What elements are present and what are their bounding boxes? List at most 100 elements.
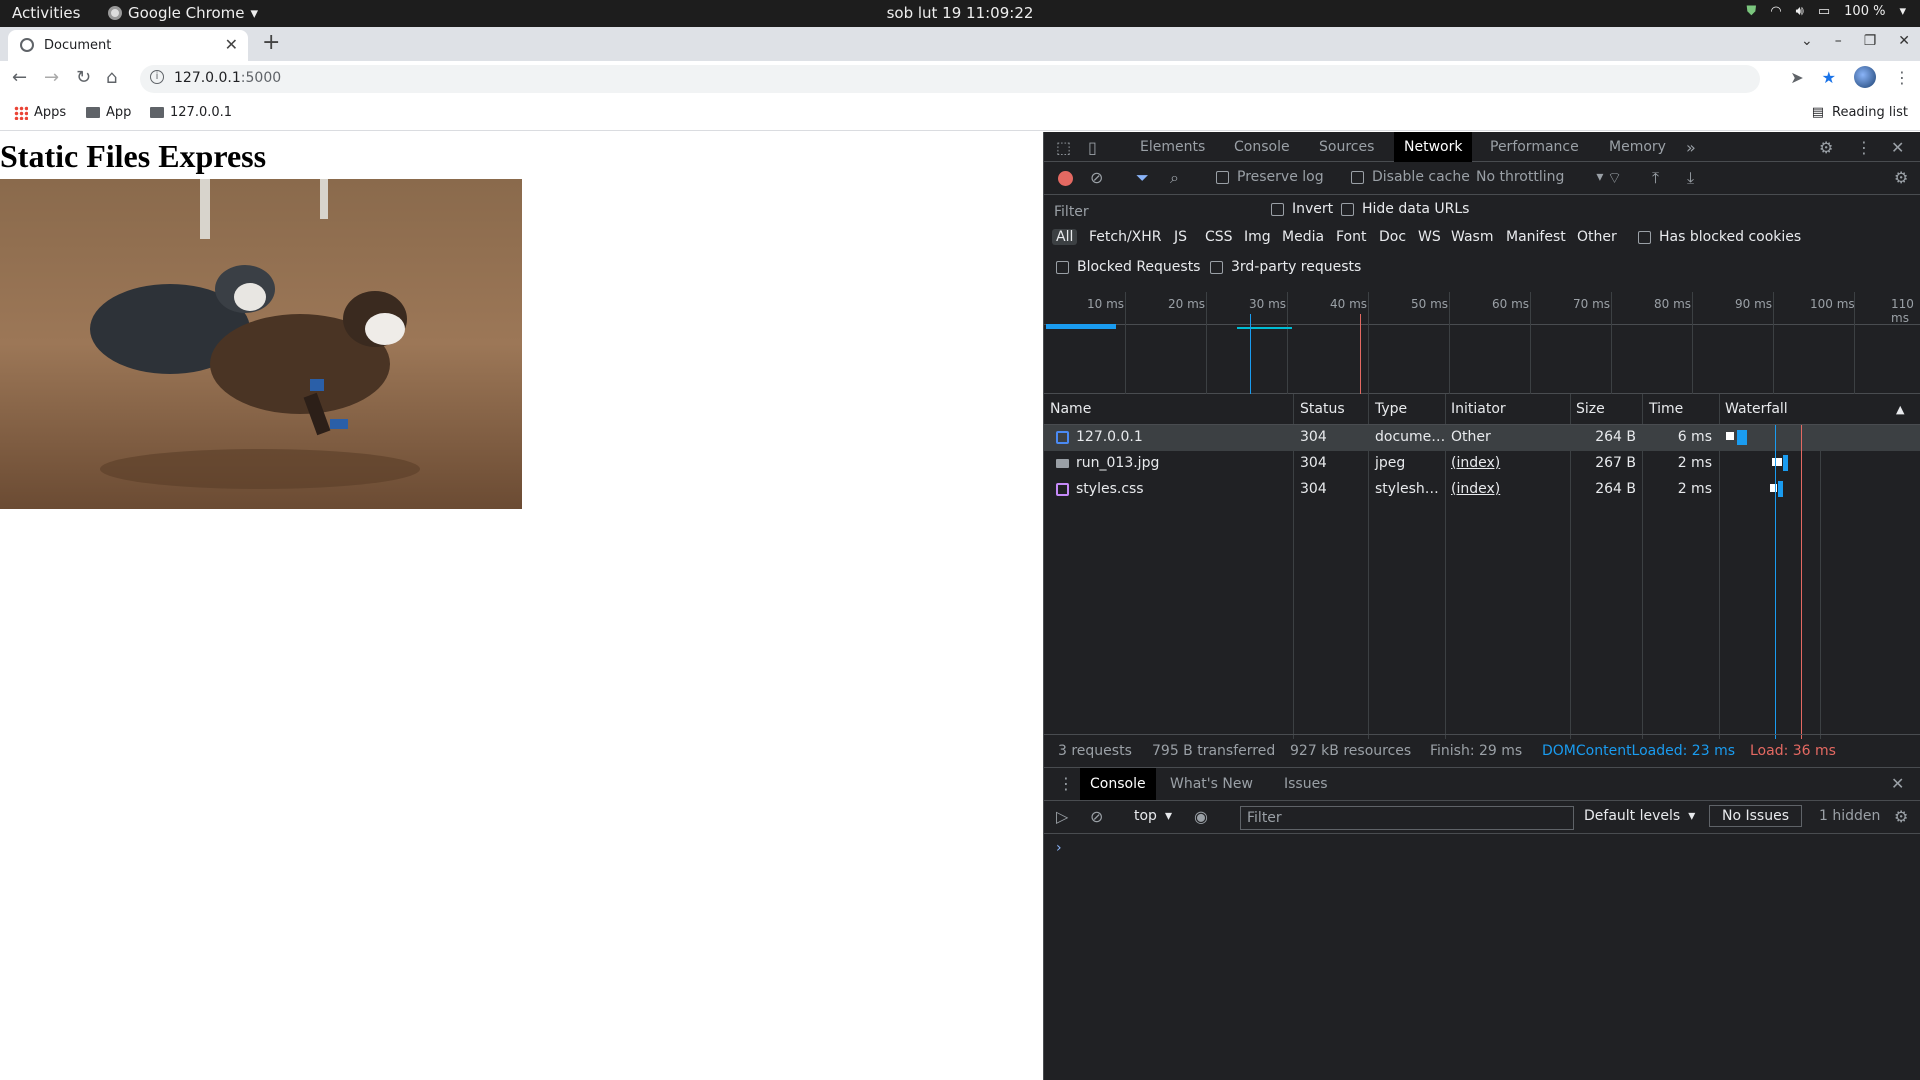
context-select[interactable]: top ▾ xyxy=(1134,808,1172,824)
column-header-size[interactable]: Size xyxy=(1576,401,1605,417)
back-icon[interactable]: ← xyxy=(12,67,27,88)
checkbox[interactable] xyxy=(1056,260,1069,274)
type-filter-manifest[interactable]: Manifest xyxy=(1506,229,1566,245)
tab-network[interactable]: Network xyxy=(1394,132,1473,162)
filter-funnel-icon[interactable]: ⏷ xyxy=(1136,168,1149,188)
drawer-menu-icon[interactable]: ⋮ xyxy=(1058,774,1074,793)
settings-gear-icon[interactable]: ⚙ xyxy=(1819,138,1833,157)
close-drawer-icon[interactable]: ✕ xyxy=(1891,774,1904,793)
type-filter-ws[interactable]: WS xyxy=(1418,229,1441,245)
close-window-icon[interactable]: ✕ xyxy=(1898,33,1910,49)
close-tab-icon[interactable]: ✕ xyxy=(225,35,238,54)
column-header-type[interactable]: Type xyxy=(1375,401,1407,417)
table-row[interactable]: styles.css 304 stylesh… (index) 264 B 2 … xyxy=(1044,477,1920,503)
system-tray[interactable]: ⛊ ◠ 🔊︎ ▭ 100 % ▾ xyxy=(1747,4,1906,19)
import-har-icon[interactable]: ⤒ xyxy=(1652,168,1659,188)
forward-icon[interactable]: → xyxy=(44,67,59,88)
maximize-icon[interactable]: ❐ xyxy=(1864,33,1877,49)
type-filter-media[interactable]: Media xyxy=(1282,229,1324,245)
disable-cache-checkbox[interactable]: Disable cache xyxy=(1351,169,1470,185)
send-icon[interactable]: ➤ xyxy=(1790,68,1803,87)
issues-button[interactable]: No Issues xyxy=(1709,805,1802,827)
address-bar[interactable]: i 127.0.0.1:5000 xyxy=(140,65,1760,93)
more-tabs-icon[interactable]: » xyxy=(1686,138,1696,157)
type-filter-font[interactable]: Font xyxy=(1336,229,1366,245)
column-header-status[interactable]: Status xyxy=(1300,401,1345,417)
column-header-initiator[interactable]: Initiator xyxy=(1451,401,1506,417)
tab-performance[interactable]: Performance xyxy=(1480,132,1589,162)
sidebar-toggle-icon[interactable]: ▷ xyxy=(1056,807,1068,826)
has-blocked-cookies-checkbox[interactable]: Has blocked cookies xyxy=(1638,229,1801,245)
minimize-icon[interactable]: – xyxy=(1835,33,1842,49)
reading-list-button[interactable]: ▤ Reading list xyxy=(1812,105,1908,120)
request-time: 2 ms xyxy=(1677,455,1712,471)
checkbox[interactable] xyxy=(1638,230,1651,244)
console-filter-input[interactable]: Filter xyxy=(1240,806,1574,830)
network-conditions-icon[interactable]: ⌔ xyxy=(1607,168,1622,188)
checkbox[interactable] xyxy=(1216,170,1229,184)
tab-search-icon[interactable]: ⌄ xyxy=(1801,33,1813,49)
export-har-icon[interactable]: ⤓ xyxy=(1687,168,1694,188)
column-header-time[interactable]: Time xyxy=(1649,401,1683,417)
console-prompt-icon[interactable]: › xyxy=(1056,840,1062,856)
tab-sources[interactable]: Sources xyxy=(1309,132,1384,162)
clear-icon[interactable]: ⊘ xyxy=(1090,168,1103,187)
network-settings-icon[interactable]: ⚙ xyxy=(1894,168,1908,187)
bookmark-folder-localhost[interactable]: 127.0.0.1 xyxy=(150,105,232,120)
browser-tab[interactable]: Document ✕ xyxy=(8,30,248,61)
close-devtools-icon[interactable]: ✕ xyxy=(1891,138,1904,157)
clock[interactable]: sob lut 19 11:09:22 xyxy=(0,4,1920,22)
checkbox[interactable] xyxy=(1210,260,1223,274)
column-header-waterfall[interactable]: Waterfall xyxy=(1725,401,1788,417)
inspect-element-icon[interactable]: ⬚ xyxy=(1056,138,1071,157)
throttling-select[interactable]: No throttling ▾ xyxy=(1476,169,1603,185)
type-filter-js[interactable]: JS xyxy=(1174,229,1187,245)
request-initiator-link[interactable]: (index) xyxy=(1451,455,1500,471)
network-filter-input[interactable]: Filter xyxy=(1052,201,1252,223)
type-filter-all[interactable]: All xyxy=(1052,229,1078,245)
menu-kebab-icon[interactable]: ⋮ xyxy=(1894,68,1910,87)
type-filter-other[interactable]: Other xyxy=(1577,229,1617,245)
console-settings-icon[interactable]: ⚙ xyxy=(1894,807,1908,826)
hide-data-urls-checkbox[interactable]: Hide data URLs xyxy=(1341,201,1469,217)
reload-icon[interactable]: ↻ xyxy=(76,67,91,88)
profile-avatar[interactable] xyxy=(1854,66,1876,88)
table-row[interactable]: 127.0.0.1 304 docume… Other 264 B 6 ms xyxy=(1044,425,1920,451)
third-party-checkbox[interactable]: 3rd-party requests xyxy=(1210,259,1361,275)
request-initiator-link[interactable]: (index) xyxy=(1451,481,1500,497)
home-icon[interactable]: ⌂ xyxy=(106,67,117,88)
invert-checkbox[interactable]: Invert xyxy=(1271,201,1333,217)
site-info-icon[interactable]: i xyxy=(150,70,164,84)
drawer-tab-whats-new[interactable]: What's New xyxy=(1160,768,1263,800)
sort-ascending-icon[interactable]: ▲ xyxy=(1896,403,1904,416)
tab-elements[interactable]: Elements xyxy=(1130,132,1215,162)
tab-console[interactable]: Console xyxy=(1224,132,1300,162)
type-filter-css[interactable]: CSS xyxy=(1205,229,1233,245)
tab-memory[interactable]: Memory xyxy=(1599,132,1676,162)
devtools-menu-icon[interactable]: ⋮ xyxy=(1856,138,1872,157)
type-filter-doc[interactable]: Doc xyxy=(1379,229,1406,245)
clear-console-icon[interactable]: ⊘ xyxy=(1090,807,1103,826)
log-levels-select[interactable]: Default levels ▾ xyxy=(1584,808,1695,824)
bookmark-folder-app[interactable]: App xyxy=(86,105,131,120)
blocked-requests-checkbox[interactable]: Blocked Requests xyxy=(1056,259,1200,275)
bookmark-apps[interactable]: Apps xyxy=(14,105,66,120)
drawer-tab-console[interactable]: Console xyxy=(1080,768,1156,800)
network-overview-timeline[interactable]: 10 ms 20 ms 30 ms 40 ms 50 ms 60 ms 70 m… xyxy=(1044,292,1920,394)
new-tab-button[interactable]: + xyxy=(262,30,280,55)
type-filter-wasm[interactable]: Wasm xyxy=(1451,229,1493,245)
type-filter-img[interactable]: Img xyxy=(1244,229,1271,245)
drawer-tab-issues[interactable]: Issues xyxy=(1274,768,1338,800)
preserve-log-checkbox[interactable]: Preserve log xyxy=(1216,169,1324,185)
record-button[interactable] xyxy=(1058,171,1073,186)
column-header-name[interactable]: Name xyxy=(1050,401,1091,417)
checkbox[interactable] xyxy=(1271,202,1284,216)
checkbox[interactable] xyxy=(1341,202,1354,216)
search-icon[interactable]: ⌕ xyxy=(1170,168,1179,188)
device-toolbar-icon[interactable]: ▯ xyxy=(1088,138,1097,157)
bookmark-star-icon[interactable]: ★ xyxy=(1822,68,1836,87)
checkbox[interactable] xyxy=(1351,170,1364,184)
type-filter-fetch-xhr[interactable]: Fetch/XHR xyxy=(1089,229,1162,245)
table-row[interactable]: run_013.jpg 304 jpeg (index) 267 B 2 ms xyxy=(1044,451,1920,477)
live-expression-eye-icon[interactable]: ◉ xyxy=(1194,807,1208,826)
